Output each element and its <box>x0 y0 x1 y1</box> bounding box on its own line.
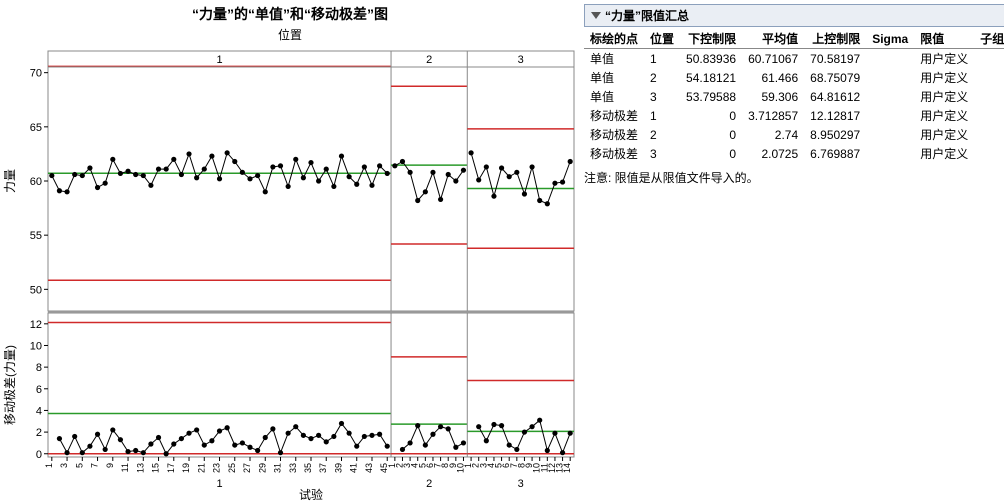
summary-header[interactable]: “力量”限值汇总 <box>584 4 1004 27</box>
svg-text:70: 70 <box>30 68 42 80</box>
svg-text:50: 50 <box>30 284 42 296</box>
svg-text:25: 25 <box>227 463 237 473</box>
svg-text:15: 15 <box>151 463 161 473</box>
svg-text:19: 19 <box>181 463 191 473</box>
svg-text:0: 0 <box>36 449 42 461</box>
svg-text:23: 23 <box>212 463 222 473</box>
svg-text:21: 21 <box>196 463 206 473</box>
svg-text:17: 17 <box>166 463 176 473</box>
svg-text:55: 55 <box>30 230 42 242</box>
svg-text:3: 3 <box>518 54 524 66</box>
svg-text:14: 14 <box>562 463 572 473</box>
svg-text:60: 60 <box>30 176 42 188</box>
svg-text:33: 33 <box>288 463 298 473</box>
collapse-triangle-icon[interactable] <box>591 12 601 19</box>
svg-text:3: 3 <box>518 478 524 490</box>
svg-text:13: 13 <box>135 463 145 473</box>
summary-title: “力量”限值汇总 <box>605 7 689 24</box>
chart-title: “力量”的“单值”和“移动极差”图 <box>0 4 580 24</box>
svg-text:力量: 力量 <box>3 169 17 193</box>
svg-text:2: 2 <box>36 427 42 439</box>
svg-text:1: 1 <box>216 478 222 490</box>
svg-text:5: 5 <box>74 463 84 468</box>
limits-table: 标绘的点位置下控制限平均值上控制限Sigma限值子组大小 单值150.83936… <box>584 29 1004 163</box>
svg-text:27: 27 <box>242 463 252 473</box>
svg-text:6: 6 <box>36 384 42 396</box>
svg-text:3: 3 <box>59 463 69 468</box>
svg-text:43: 43 <box>364 463 374 473</box>
svg-text:1: 1 <box>216 54 222 66</box>
svg-text:11: 11 <box>120 463 130 472</box>
svg-text:7: 7 <box>90 463 100 468</box>
svg-text:4: 4 <box>36 405 42 417</box>
svg-text:35: 35 <box>303 463 313 473</box>
svg-text:移动极差(力量): 移动极差(力量) <box>3 345 17 425</box>
svg-text:37: 37 <box>318 463 328 473</box>
svg-text:2: 2 <box>426 54 432 66</box>
svg-text:41: 41 <box>349 463 359 473</box>
svg-text:8: 8 <box>36 362 42 374</box>
svg-text:31: 31 <box>273 463 283 473</box>
svg-text:12: 12 <box>30 319 42 331</box>
svg-text:10: 10 <box>30 340 42 352</box>
svg-text:29: 29 <box>257 463 267 473</box>
svg-text:1: 1 <box>44 463 54 468</box>
svg-text:9: 9 <box>105 463 115 468</box>
svg-text:65: 65 <box>30 122 42 134</box>
summary-note: 注意: 限值是从限值文件导入的。 <box>584 169 1004 186</box>
svg-text:39: 39 <box>333 463 343 473</box>
control-chart: 5055606570024681012力量移动极差(力量)试验113579111… <box>0 43 580 503</box>
svg-text:2: 2 <box>426 478 432 490</box>
chart-subtitle: 位置 <box>0 26 580 43</box>
